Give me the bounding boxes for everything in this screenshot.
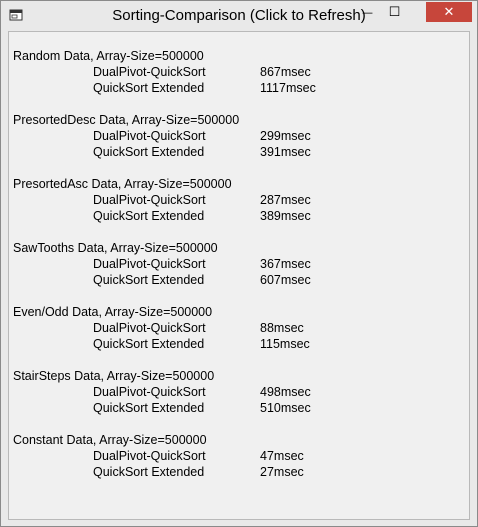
elapsed-time: 287msec: [260, 193, 311, 207]
result-row: DualPivot-QuickSort 867msec: [13, 64, 311, 80]
title-bar[interactable]: Sorting-Comparison (Click to Refresh) — …: [1, 1, 477, 31]
result-row: QuickSort Extended 1117msec: [13, 80, 316, 96]
elapsed-time: 1117msec: [260, 81, 316, 95]
result-group: Even/Odd Data, Array-Size=500000 DualPivo…: [13, 304, 310, 352]
algorithm-name: QuickSort Extended: [93, 401, 205, 415]
result-group: Random Data, Array-Size=500000 DualPivot-…: [13, 48, 316, 96]
result-group-heading: Even/Odd Data, Array-Size=500000: [13, 305, 213, 319]
algorithm-name: DualPivot-QuickSort: [93, 449, 206, 463]
algorithm-name: DualPivot-QuickSort: [93, 321, 206, 335]
result-group: SawTooths Data, Array-Size=500000 DualPiv…: [13, 240, 311, 288]
result-row: QuickSort Extended 27msec: [13, 464, 304, 480]
result-group-heading: PresortedDesc Data, Array-Size=500000: [13, 113, 240, 127]
close-button[interactable]: ✕: [426, 2, 472, 22]
elapsed-time: 299msec: [260, 129, 311, 143]
result-group-heading: Random Data, Array-Size=500000: [13, 49, 204, 63]
result-row: QuickSort Extended 389msec: [13, 208, 311, 224]
elapsed-time: 607msec: [260, 273, 311, 287]
elapsed-time: 115msec: [260, 337, 310, 351]
app-window: Sorting-Comparison (Click to Refresh) — …: [0, 0, 478, 527]
close-icon: ✕: [443, 4, 455, 20]
result-row: DualPivot-QuickSort 47msec: [13, 448, 304, 464]
elapsed-time: 498msec: [260, 385, 311, 399]
elapsed-time: 47msec: [260, 449, 304, 463]
result-group: StairSteps Data, Array-Size=500000 DualPi…: [13, 368, 311, 416]
result-group-heading: StairSteps Data, Array-Size=500000: [13, 369, 215, 383]
elapsed-time: 88msec: [260, 321, 304, 335]
algorithm-name: DualPivot-QuickSort: [93, 65, 206, 79]
elapsed-time: 867msec: [260, 65, 311, 79]
result-row: QuickSort Extended 607msec: [13, 272, 311, 288]
algorithm-name: QuickSort Extended: [93, 337, 205, 351]
algorithm-name: QuickSort Extended: [93, 145, 205, 159]
result-row: DualPivot-QuickSort 299msec: [13, 128, 311, 144]
result-group: PresortedAsc Data, Array-Size=500000 Dual…: [13, 176, 311, 224]
minimize-button[interactable]: —: [354, 2, 381, 22]
elapsed-time: 389msec: [260, 209, 311, 223]
result-row: DualPivot-QuickSort 287msec: [13, 192, 311, 208]
elapsed-time: 367msec: [260, 257, 311, 271]
maximize-button[interactable]: ☐: [381, 2, 408, 22]
result-group-heading: PresortedAsc Data, Array-Size=500000: [13, 177, 232, 191]
result-group: PresortedDesc Data, Array-Size=500000 Dua…: [13, 112, 311, 160]
algorithm-name: DualPivot-QuickSort: [93, 257, 206, 271]
results-area[interactable]: Random Data, Array-Size=500000 DualPivot-…: [8, 31, 470, 520]
maximize-icon: ☐: [388, 4, 401, 20]
result-group-heading: Constant Data, Array-Size=500000: [13, 433, 207, 447]
elapsed-time: 27msec: [260, 465, 304, 479]
algorithm-name: DualPivot-QuickSort: [93, 193, 206, 207]
minimize-icon: —: [362, 5, 373, 19]
result-row: DualPivot-QuickSort 88msec: [13, 320, 304, 336]
algorithm-name: DualPivot-QuickSort: [93, 129, 206, 143]
result-row: DualPivot-QuickSort 367msec: [13, 256, 311, 272]
result-group-heading: SawTooths Data, Array-Size=500000: [13, 241, 218, 255]
result-group: Constant Data, Array-Size=500000 DualPivo…: [13, 432, 304, 480]
algorithm-name: QuickSort Extended: [93, 465, 205, 479]
algorithm-name: DualPivot-QuickSort: [93, 385, 206, 399]
algorithm-name: QuickSort Extended: [93, 81, 205, 95]
elapsed-time: 391msec: [260, 145, 311, 159]
result-row: DualPivot-QuickSort 498msec: [13, 384, 311, 400]
results-list: Random Data, Array-Size=500000 DualPivot-…: [13, 48, 316, 496]
result-row: QuickSort Extended 391msec: [13, 144, 311, 160]
result-row: QuickSort Extended 510msec: [13, 400, 311, 416]
result-row: QuickSort Extended 115msec: [13, 336, 310, 352]
algorithm-name: QuickSort Extended: [93, 209, 205, 223]
algorithm-name: QuickSort Extended: [93, 273, 205, 287]
elapsed-time: 510msec: [260, 401, 311, 415]
